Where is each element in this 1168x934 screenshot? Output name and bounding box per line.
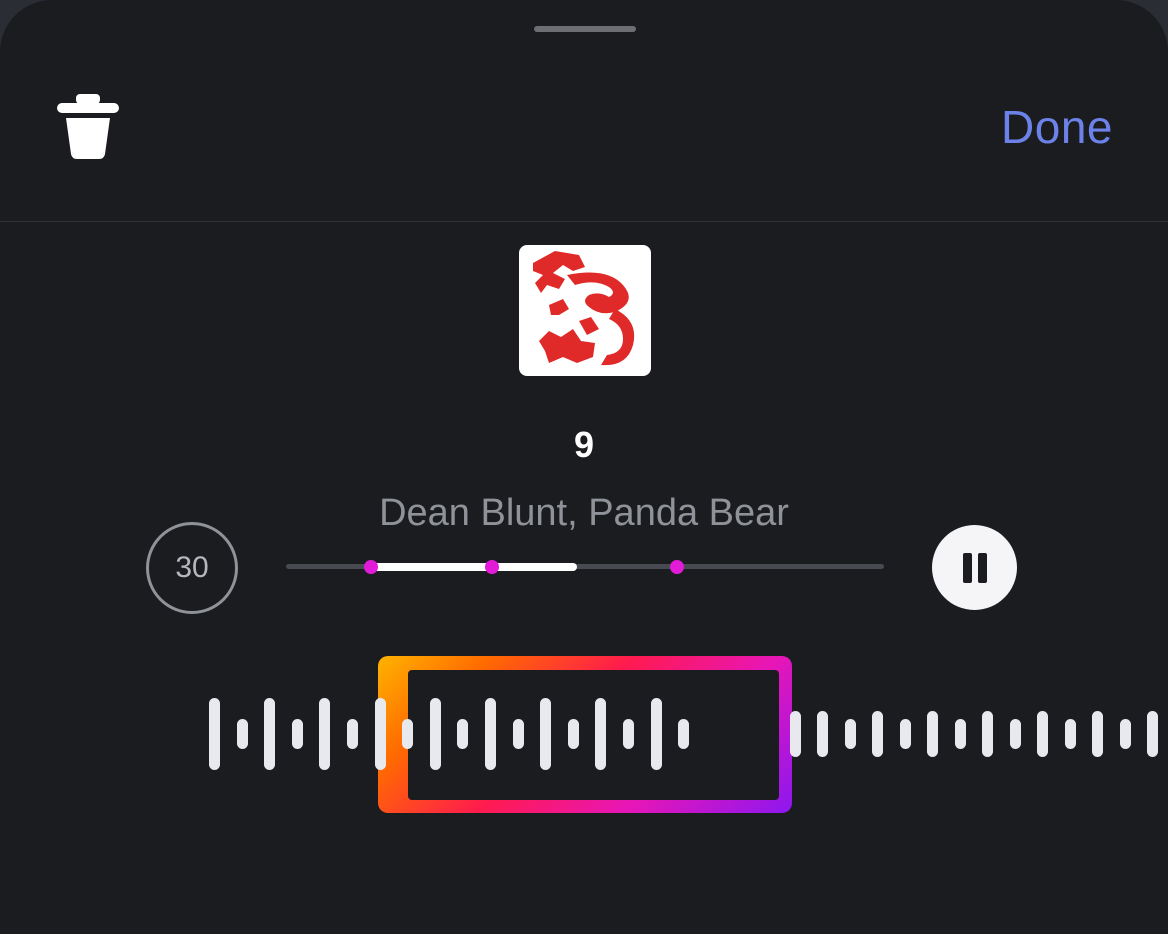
waveform-bar — [1037, 711, 1048, 757]
waveform-bar — [319, 698, 331, 770]
waveform-bar — [1119, 719, 1131, 749]
waveform-bar — [1064, 719, 1076, 749]
waveform-bar — [790, 711, 801, 757]
waveform-bar — [540, 698, 552, 770]
waveform-bar — [954, 719, 966, 749]
waveform-bar — [236, 719, 248, 749]
waveform-bar — [678, 719, 690, 749]
waveform-bar — [927, 711, 938, 757]
waveform-bar — [844, 719, 856, 749]
waveform-bar — [650, 698, 662, 770]
waveform-bar — [347, 719, 358, 749]
waveform-bar — [1147, 711, 1158, 757]
waveform-bar — [817, 711, 828, 757]
waveform-bar — [429, 698, 441, 770]
waveform-bar — [264, 698, 276, 770]
waveform-bar — [595, 698, 607, 770]
waveform-bar — [623, 719, 634, 749]
waveform-bar — [209, 698, 220, 770]
waveform-bar — [374, 698, 386, 770]
waveform-bar — [457, 719, 469, 749]
waveform-bar — [512, 719, 524, 749]
waveform-bar — [872, 711, 883, 757]
waveform-bar — [1009, 719, 1021, 749]
waveform-bar — [1092, 711, 1103, 757]
waveform-bar — [899, 719, 911, 749]
waveform-bar — [402, 719, 414, 749]
waveform-bar — [567, 719, 579, 749]
waveform-bar — [485, 698, 496, 770]
waveform — [0, 0, 1168, 934]
waveform-bar — [291, 719, 303, 749]
waveform-bar — [982, 711, 993, 757]
